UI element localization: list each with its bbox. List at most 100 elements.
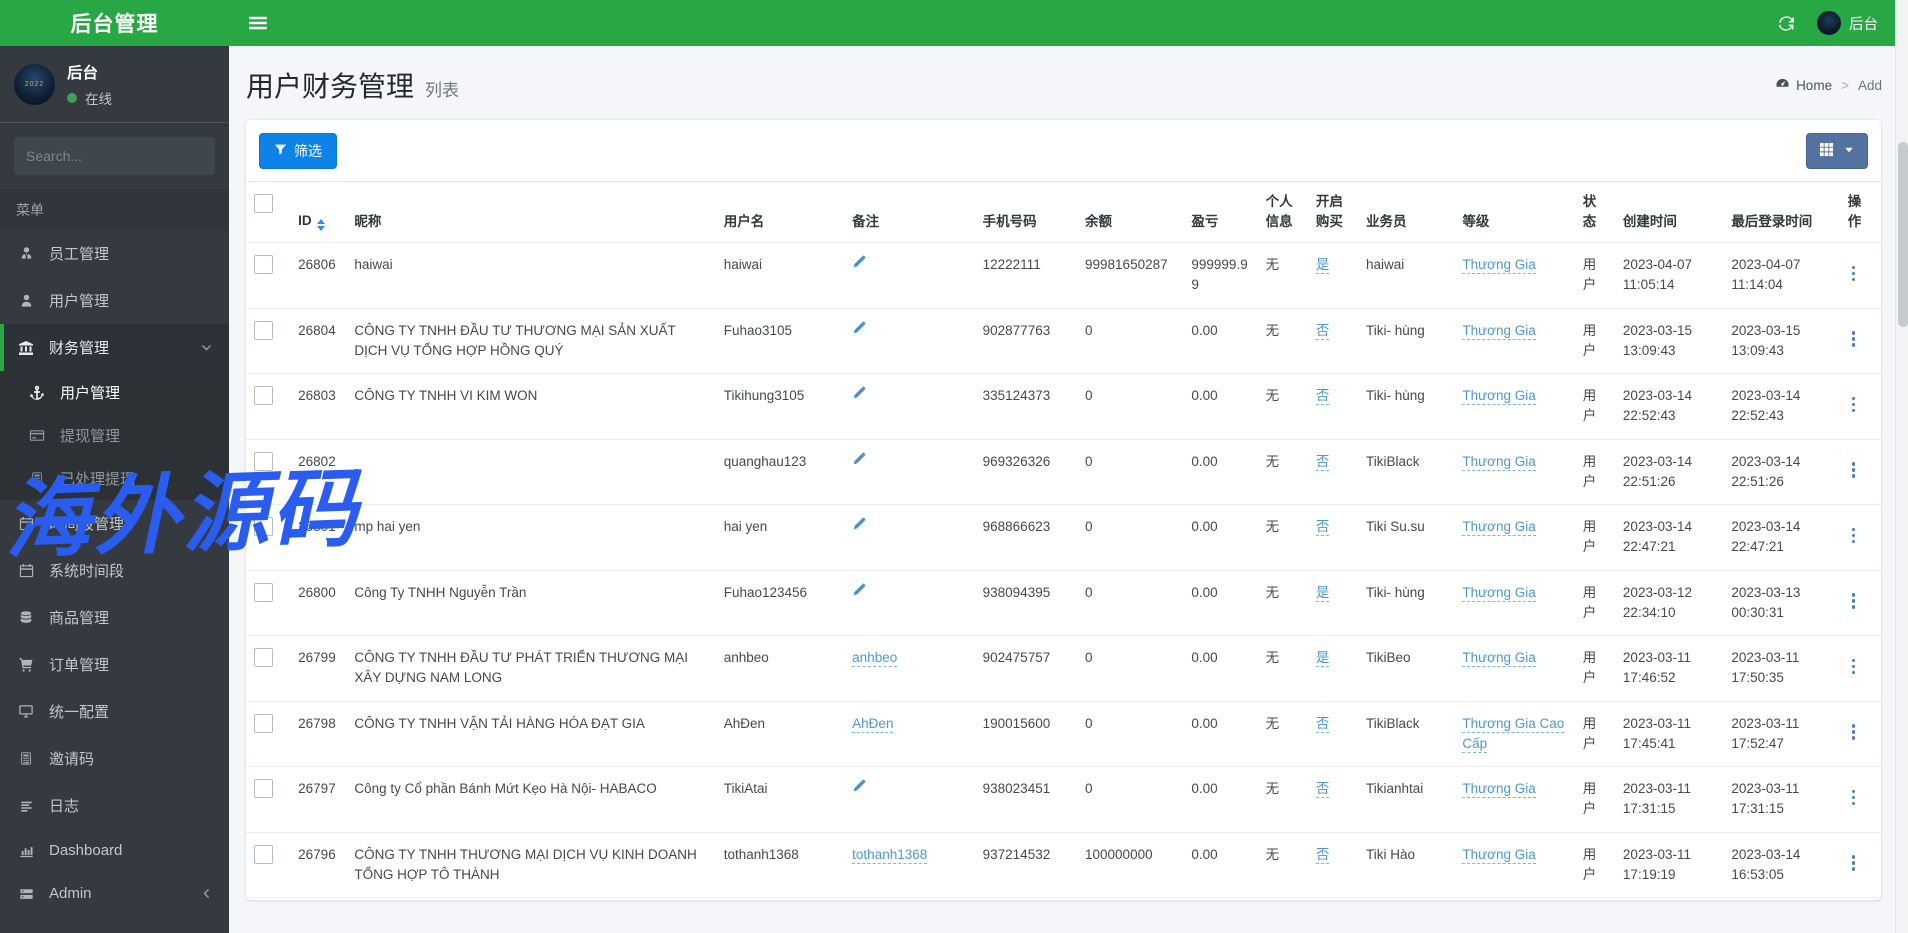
sidebar-item-goods[interactable]: 商品管理: [0, 594, 229, 641]
cell-username: Fuhao123456: [715, 569, 845, 636]
level-link[interactable]: Thương Gia: [1462, 584, 1536, 602]
pencil-icon[interactable]: [852, 583, 866, 597]
row-checkbox[interactable]: [254, 451, 273, 471]
row-checkbox[interactable]: [254, 255, 273, 275]
row-actions-icon[interactable]: [1848, 722, 1860, 742]
sidebar-item-employee[interactable]: 员工管理: [0, 230, 229, 277]
row-actions-icon[interactable]: [1848, 591, 1860, 611]
remark-link[interactable]: tothanh1368: [852, 846, 928, 864]
pencil-icon[interactable]: [852, 321, 866, 335]
cell-remark: [844, 242, 975, 309]
caret-down-icon: [1843, 144, 1855, 159]
sidebar-item-withdraw[interactable]: 提现管理: [0, 414, 229, 457]
sidebar-user-name[interactable]: 后台: [67, 61, 112, 83]
level-link[interactable]: Thương Gia: [1462, 322, 1536, 340]
sidebar-item-invite-code[interactable]: 邀请码: [0, 735, 229, 782]
row-checkbox[interactable]: [254, 713, 273, 733]
purchase-toggle-link[interactable]: 否: [1315, 781, 1330, 799]
row-actions-icon[interactable]: [1848, 460, 1860, 480]
table-row: 26800 Công Ty TNHH Nguyễn Trần Fuhao123456…: [246, 569, 1881, 636]
purchase-toggle-link[interactable]: 否: [1315, 322, 1330, 340]
pencil-icon[interactable]: [852, 452, 866, 466]
row-select-cell: [246, 242, 291, 309]
purchase-toggle-link[interactable]: 否: [1315, 453, 1330, 471]
sidebar-item-dashboard[interactable]: Dashboard: [0, 829, 229, 872]
row-checkbox[interactable]: [254, 648, 273, 668]
hamburger-icon[interactable]: [248, 13, 268, 33]
sidebar-item-logs[interactable]: 日志: [0, 782, 229, 829]
row-checkbox[interactable]: [254, 517, 273, 537]
sort-icon[interactable]: [316, 219, 325, 232]
cell-actions: [1839, 242, 1881, 309]
search-input[interactable]: [14, 137, 215, 175]
breadcrumb-home[interactable]: Home: [1775, 76, 1832, 94]
sidebar-item-finance[interactable]: 财务管理: [0, 324, 229, 371]
level-link[interactable]: Thương Gia: [1462, 453, 1536, 471]
pencil-icon[interactable]: [852, 779, 866, 793]
sidebar-item-users[interactable]: 用户管理: [0, 277, 229, 324]
column-header-id[interactable]: ID: [290, 180, 347, 243]
level-link[interactable]: Thương Gia: [1462, 650, 1536, 668]
cell-level: Thương Gia: [1454, 831, 1575, 898]
level-link[interactable]: Thương Gia: [1462, 846, 1536, 864]
sidebar-avatar[interactable]: 2022: [14, 64, 55, 105]
row-actions-icon[interactable]: [1848, 853, 1860, 873]
level-link[interactable]: Thương Gia Cao Cấp: [1462, 715, 1565, 753]
row-checkbox[interactable]: [254, 844, 273, 864]
row-actions-icon[interactable]: [1848, 788, 1860, 808]
purchase-toggle-link[interactable]: 是: [1315, 257, 1330, 275]
row-actions-icon[interactable]: [1848, 264, 1860, 284]
filter-icon: [274, 143, 287, 159]
pencil-icon[interactable]: [852, 517, 866, 531]
cell-level: Thương Gia: [1454, 569, 1575, 636]
purchase-toggle-link[interactable]: 否: [1315, 519, 1330, 537]
navbar-user-menu[interactable]: 后台: [1817, 11, 1878, 35]
purchase-toggle-link[interactable]: 否: [1315, 388, 1330, 406]
remark-link[interactable]: AhĐen: [852, 715, 894, 733]
level-link[interactable]: Thương Gia: [1462, 519, 1536, 537]
cell-profit: 0.00: [1183, 831, 1258, 898]
row-checkbox[interactable]: [254, 582, 273, 602]
row-actions-icon[interactable]: [1848, 395, 1860, 415]
row-actions-icon[interactable]: [1848, 526, 1860, 546]
scrollbar[interactable]: [1895, 0, 1908, 933]
sidebar-item-processed-withdraw[interactable]: 已处理提现: [0, 457, 229, 500]
level-link[interactable]: Thương Gia: [1462, 388, 1536, 406]
cell-username: haiwai: [715, 242, 845, 309]
cell-nickname: haiwai: [346, 242, 716, 309]
level-link[interactable]: Thương Gia: [1462, 781, 1536, 799]
remark-link[interactable]: anhbeo: [852, 650, 898, 668]
purchase-toggle-link[interactable]: 否: [1315, 715, 1330, 733]
sidebar-item-config[interactable]: 统一配置: [0, 688, 229, 735]
purchase-toggle-link[interactable]: 否: [1315, 846, 1330, 864]
sidebar-item-timeslot[interactable]: 时间段管理: [0, 500, 229, 547]
cell-salesman: TikiBlack: [1358, 700, 1455, 767]
row-checkbox[interactable]: [254, 320, 273, 340]
scrollbar-thumb[interactable]: [1897, 142, 1908, 327]
cell-id: 26798: [290, 700, 347, 767]
level-link[interactable]: Thương Gia: [1462, 257, 1536, 275]
refresh-icon[interactable]: [1778, 15, 1795, 32]
column-toggle-button[interactable]: [1806, 133, 1868, 169]
select-all-checkbox[interactable]: [254, 194, 273, 213]
cell-created-time: 2023-03-11 17:45:41: [1614, 700, 1724, 767]
cell-actions: [1839, 504, 1881, 571]
pencil-icon[interactable]: [852, 255, 866, 269]
cell-balance: 0: [1077, 307, 1184, 374]
cell-profit: 0.00: [1183, 897, 1258, 900]
cell-nickname: CÔNG TY TNHH ĐẦU TƯ THƯƠNG MẠI SẢN XUẤT …: [346, 307, 716, 374]
row-actions-icon[interactable]: [1848, 657, 1860, 677]
filter-button[interactable]: 筛选: [259, 133, 337, 169]
row-checkbox[interactable]: [254, 386, 273, 406]
row-actions-icon[interactable]: [1848, 329, 1860, 349]
cell-phone: 938094395: [974, 569, 1078, 636]
pencil-icon[interactable]: [852, 386, 866, 400]
sidebar-item-finance-users[interactable]: 用户管理: [0, 371, 229, 414]
sidebar-item-orders[interactable]: 订单管理: [0, 641, 229, 688]
sidebar-item-admin[interactable]: Admin: [0, 872, 229, 915]
purchase-toggle-link[interactable]: 是: [1315, 650, 1330, 668]
purchase-toggle-link[interactable]: 是: [1315, 584, 1330, 602]
sidebar-item-system-timeslot[interactable]: 系统时间段: [0, 547, 229, 594]
cell-username: TikiAtai: [715, 766, 845, 833]
row-checkbox[interactable]: [254, 779, 273, 799]
